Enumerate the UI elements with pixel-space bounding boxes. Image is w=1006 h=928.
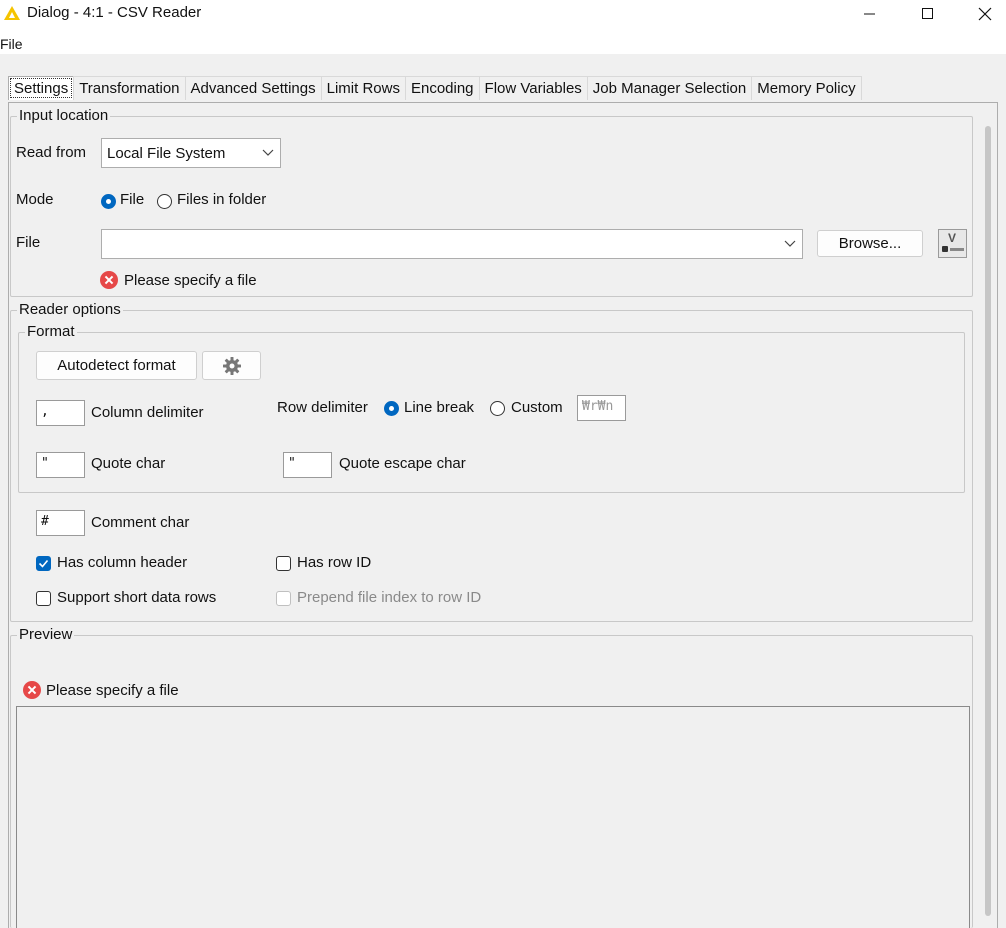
comment-char-label: Comment char [91,514,190,531]
column-delimiter-input[interactable]: , [36,400,85,426]
gear-icon [222,356,241,375]
mode-label: Mode [16,191,54,208]
quote-escape-char-label: Quote escape char [339,455,466,472]
minimize-icon [864,13,875,15]
browse-button[interactable]: Browse... [817,230,923,257]
has-row-id-label[interactable]: Has row ID [297,554,371,571]
window-title: Dialog - 4:1 - CSV Reader [27,4,202,21]
mode-file-radio[interactable] [101,194,116,209]
reader-options-legend: Reader options [17,301,123,318]
column-delimiter-label: Column delimiter [91,404,204,421]
row-delimiter-label: Row delimiter [277,399,368,416]
mode-files-in-folder-radio[interactable] [157,194,172,209]
chevron-down-icon [784,240,796,247]
flow-variable-icon [942,246,948,252]
mode-files-in-folder-label[interactable]: Files in folder [177,191,266,208]
read-from-value: Local File System [107,144,226,162]
maximize-icon [922,8,933,19]
read-from-select[interactable]: Local File System [101,138,281,168]
close-button[interactable] [962,0,1006,28]
read-from-label: Read from [16,144,87,161]
chevron-down-icon [262,149,274,156]
file-path-input[interactable] [101,229,803,259]
has-row-id-checkbox[interactable] [276,556,291,571]
checkmark-icon [38,559,49,568]
menu-bar: File [0,28,1006,54]
preview-error-message: Please specify a file [46,682,179,699]
format-legend: Format [25,323,77,340]
flow-variable-label: V [948,231,957,245]
tab-job-manager-selection[interactable]: Job Manager Selection [586,76,753,100]
tab-encoding[interactable]: Encoding [404,76,480,100]
file-error-message: Please specify a file [124,272,257,289]
line-break-radio[interactable] [384,401,399,416]
prepend-file-index-checkbox [276,591,291,606]
custom-delimiter-label[interactable]: Custom [511,399,563,416]
tab-advanced-settings[interactable]: Advanced Settings [184,76,322,100]
close-icon [978,7,992,21]
preview-table-area[interactable] [16,706,970,928]
support-short-rows-label[interactable]: Support short data rows [57,589,216,606]
flow-variable-button[interactable]: V [938,229,967,258]
tab-bar: Settings Transformation Advanced Setting… [8,76,862,100]
custom-delimiter-radio[interactable] [490,401,505,416]
support-short-rows-checkbox[interactable] [36,591,51,606]
line-break-label[interactable]: Line break [404,399,474,416]
tab-flow-variables[interactable]: Flow Variables [478,76,588,100]
input-location-legend: Input location [17,107,111,124]
preview-legend: Preview [17,626,75,643]
maximize-button[interactable] [905,0,951,28]
knime-logo-icon [4,6,20,20]
tab-limit-rows[interactable]: Limit Rows [320,76,406,100]
scrollbar-thumb[interactable] [985,126,991,916]
tab-settings[interactable]: Settings [8,76,75,100]
has-column-header-label[interactable]: Has column header [57,554,187,571]
quote-escape-char-input[interactable]: " [283,452,332,478]
quote-char-input[interactable]: " [36,452,85,478]
menu-file[interactable]: File [0,36,23,52]
tab-memory-policy[interactable]: Memory Policy [751,76,862,100]
custom-row-delimiter-input[interactable]: ₩r₩n [577,395,626,421]
file-label: File [16,234,41,251]
title-bar: Dialog - 4:1 - CSV Reader [0,0,1006,28]
comment-char-input[interactable]: # [36,510,85,536]
quote-char-label: Quote char [91,455,166,472]
format-settings-button[interactable] [202,351,261,380]
prepend-file-index-label: Prepend file index to row ID [297,589,482,606]
mode-file-label[interactable]: File [120,191,144,208]
error-icon [23,681,41,699]
tab-transformation[interactable]: Transformation [73,76,186,100]
autodetect-format-button[interactable]: Autodetect format [36,351,197,380]
has-column-header-checkbox[interactable] [36,556,51,571]
minimize-button[interactable] [847,0,893,28]
error-icon [100,271,118,289]
